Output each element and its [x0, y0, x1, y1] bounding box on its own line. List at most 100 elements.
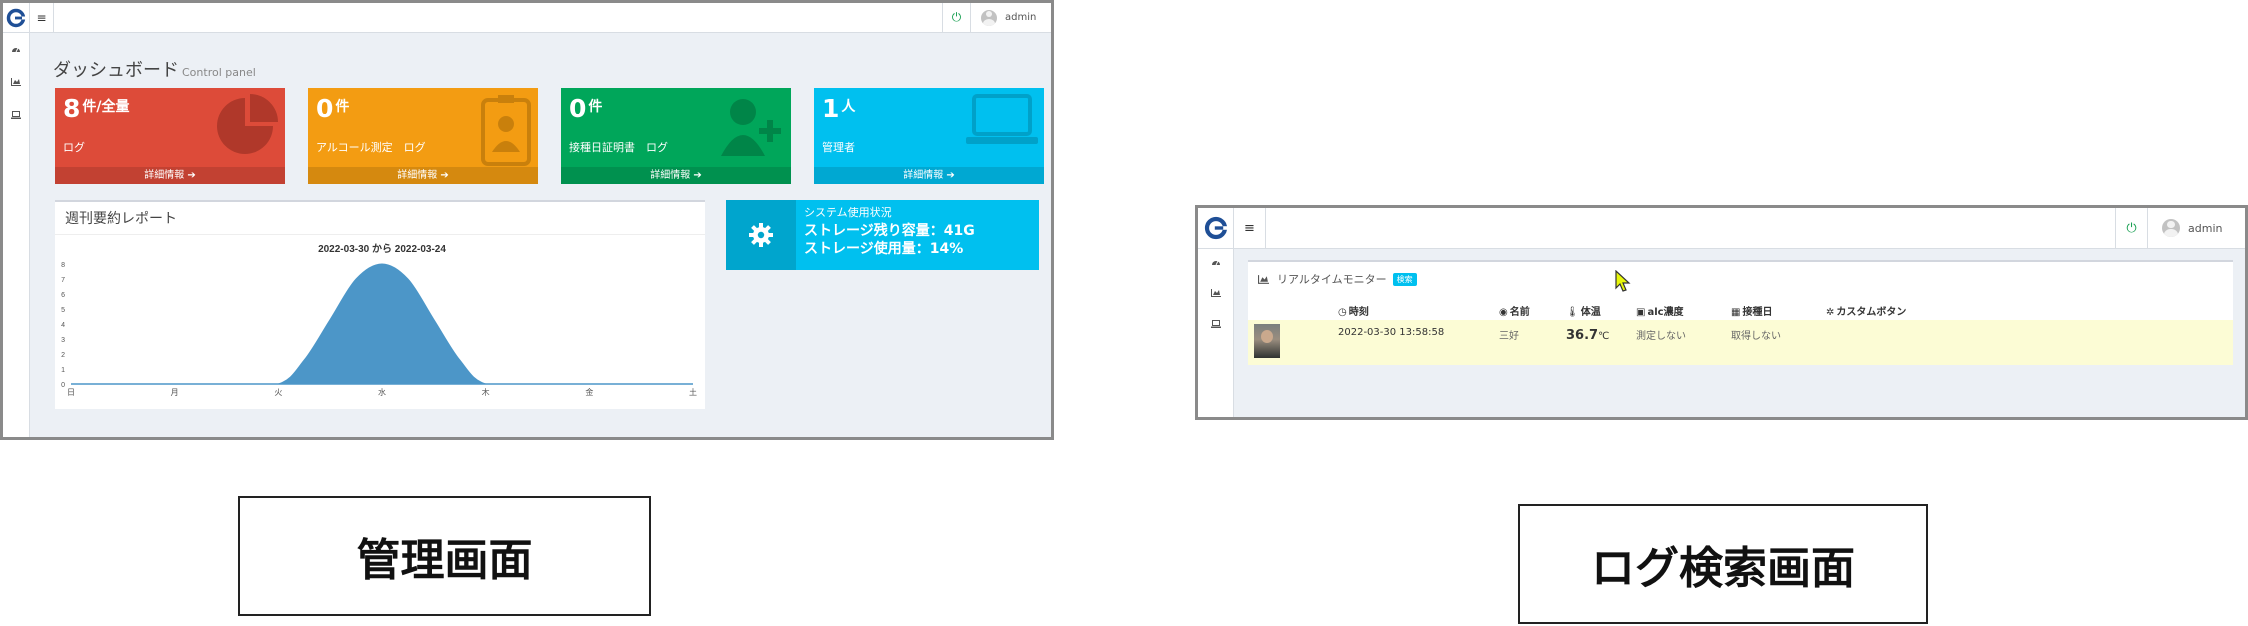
- y-tick-label: 6: [61, 292, 65, 299]
- log-search-screen: ≡ ⏻ admin リアルタイムモニター 検索 ◷ 時刻 ◉ 名前 🌡 体温 ▣ alc…: [1195, 205, 2248, 420]
- cell-vaccine-date: 取得しない: [1731, 331, 1781, 342]
- top-navbar: ≡ ⏻ admin: [3, 3, 1051, 33]
- sidebar-item-chart[interactable]: [3, 75, 29, 89]
- col-label: 名前: [1509, 307, 1530, 318]
- logo[interactable]: [3, 3, 30, 32]
- id-badge-icon: [481, 95, 531, 166]
- col-label: 体温: [1580, 307, 1601, 318]
- y-tick-label: 8: [61, 262, 65, 269]
- weekly-report-panel: 週刊要約レポート 2022-03-30 から 2022-03-24 0 1 2 3 4 5 6…: [55, 200, 705, 409]
- search-badge[interactable]: 検索: [1392, 272, 1417, 286]
- hamburger-icon: ≡: [1244, 220, 1255, 236]
- gear-icon: [749, 223, 773, 247]
- x-tick-label: 水: [378, 387, 386, 397]
- y-tick-label: 0: [61, 382, 65, 389]
- x-tick-label: 木: [482, 387, 490, 397]
- more-info-label: 詳細情報: [903, 170, 944, 181]
- stat-number: 0: [316, 94, 334, 123]
- user-plus-icon: [721, 99, 781, 156]
- stat-box-alcohol: 0件 アルコール測定 ログ 詳細情報 ➔: [308, 88, 538, 184]
- temp-unit: ℃: [1598, 331, 1610, 342]
- app-logo-icon: [1204, 216, 1228, 240]
- panel-title: リアルタイムモニター 検索: [1258, 271, 1417, 287]
- mouse-cursor-icon: [1615, 270, 1631, 292]
- more-info-label: 詳細情報: [144, 170, 185, 181]
- sidebar-item-monitor[interactable]: [1198, 317, 1233, 331]
- more-info-label: 詳細情報: [397, 170, 438, 181]
- cell-temperature: 36.7℃: [1566, 328, 1609, 343]
- logo[interactable]: [1198, 208, 1234, 248]
- stat-label: アルコール測定 ログ: [316, 141, 426, 154]
- stat-number: 1: [822, 94, 840, 123]
- power-button[interactable]: ⏻: [2115, 208, 2147, 248]
- realtime-monitor-panel: リアルタイムモニター 検索 ◷ 時刻 ◉ 名前 🌡 体温 ▣ alc濃度 ▦ 接種日 ✲ カ…: [1248, 260, 2233, 365]
- power-button[interactable]: ⏻: [942, 3, 970, 32]
- y-tick-label: 1: [61, 367, 65, 374]
- top-navbar: ≡ ⏻ admin: [1198, 208, 2245, 249]
- area-chart-icon: [11, 78, 21, 86]
- col-vaccine-date: ▦ 接種日: [1731, 303, 1772, 318]
- power-icon: ⏻: [951, 10, 962, 24]
- page-title: ダッシュボード Control panel: [53, 56, 256, 82]
- dashboard-gauge-icon: [1211, 260, 1220, 266]
- stat-label: 接種日証明書 ログ: [569, 141, 668, 154]
- y-tick-label: 5: [61, 307, 65, 314]
- thermometer-icon: 🌡: [1566, 307, 1579, 318]
- stat-value: 0件: [316, 94, 349, 123]
- stat-number: 0: [569, 94, 587, 123]
- system-icon-area: [726, 200, 796, 270]
- stat-value: 1人: [822, 94, 855, 123]
- storage-usage: ストレージ使用量：14%: [804, 241, 964, 257]
- laptop-icon: [11, 111, 21, 119]
- cell-alcohol: 測定しない: [1636, 331, 1686, 342]
- table-row[interactable]: 2022-03-30 13:58:58 三好 36.7℃ 測定しない 取得しない: [1248, 320, 2233, 365]
- temp-value: 36.7: [1566, 328, 1599, 343]
- stat-label: 管理者: [822, 141, 855, 154]
- avatar: [981, 9, 997, 26]
- laptop-icon: [1210, 320, 1221, 328]
- system-usage-box: システム使用状況 ストレージ残り容量：41G ストレージ使用量：14%: [726, 200, 1039, 270]
- stat-unit: 件: [335, 99, 350, 115]
- power-icon: ⏻: [2126, 220, 2137, 236]
- stat-more-link[interactable]: 詳細情報 ➔: [55, 167, 285, 184]
- sidebar-item-chart[interactable]: [1198, 286, 1233, 300]
- x-tick-label: 土: [689, 387, 697, 397]
- avatar: [2162, 219, 2180, 237]
- stat-more-link[interactable]: 詳細情報 ➔: [561, 167, 791, 184]
- stat-more-link[interactable]: 詳細情報 ➔: [814, 167, 1044, 184]
- user-menu[interactable]: admin: [970, 3, 1051, 32]
- user-name: admin: [2188, 221, 2223, 235]
- stat-number: 8: [63, 94, 81, 123]
- more-info-label: 詳細情報: [650, 170, 691, 181]
- system-title: システム使用状況: [804, 206, 892, 219]
- stat-label: ログ: [63, 141, 85, 154]
- sidebar-item-dashboard[interactable]: [1198, 255, 1233, 269]
- col-time: ◷ 時刻: [1338, 303, 1369, 318]
- menu-toggle-button[interactable]: ≡: [1234, 208, 1266, 248]
- col-label: 接種日: [1742, 307, 1773, 318]
- x-tick-label: 金: [585, 387, 593, 397]
- col-label: カスタムボタン: [1836, 307, 1907, 318]
- page-title-text: ダッシュボード: [53, 60, 179, 81]
- menu-toggle-button[interactable]: ≡: [30, 3, 54, 32]
- col-alcohol: ▣ alc濃度: [1636, 303, 1684, 318]
- series-area: [71, 263, 694, 385]
- weekly-area-chart: 2022-03-30 から 2022-03-24 0 1 2 3 4 5 6 7 8 日 月 火 水 木 金 土: [61, 243, 697, 397]
- stat-value: 0件: [569, 94, 602, 123]
- sidebar-item-monitor[interactable]: [3, 108, 29, 122]
- sidebar-item-dashboard[interactable]: [3, 42, 29, 56]
- stat-more-link[interactable]: 詳細情報 ➔: [308, 167, 538, 184]
- storage-remaining: ストレージ残り容量：41G: [804, 223, 975, 239]
- col-label: alc濃度: [1647, 307, 1684, 318]
- clock-icon: ◷: [1338, 307, 1347, 318]
- x-tick-label: 月: [171, 388, 179, 397]
- y-tick-label: 3: [61, 337, 65, 344]
- face-photo[interactable]: [1254, 324, 1280, 358]
- stat-box-log: 8 件/全量 ログ 詳細情報 ➔: [55, 88, 285, 184]
- user-menu[interactable]: admin: [2147, 208, 2245, 248]
- calendar-icon: ▦: [1731, 307, 1741, 318]
- dashboard-screen: ≡ ⏻ admin ダッシュボード Control panel 8 件/全量 ログ …: [0, 0, 1054, 440]
- app-logo-icon: [6, 8, 26, 27]
- caption-admin-screen: 管理画面: [238, 496, 651, 616]
- arrow-circle-right-icon: ➔: [693, 170, 702, 181]
